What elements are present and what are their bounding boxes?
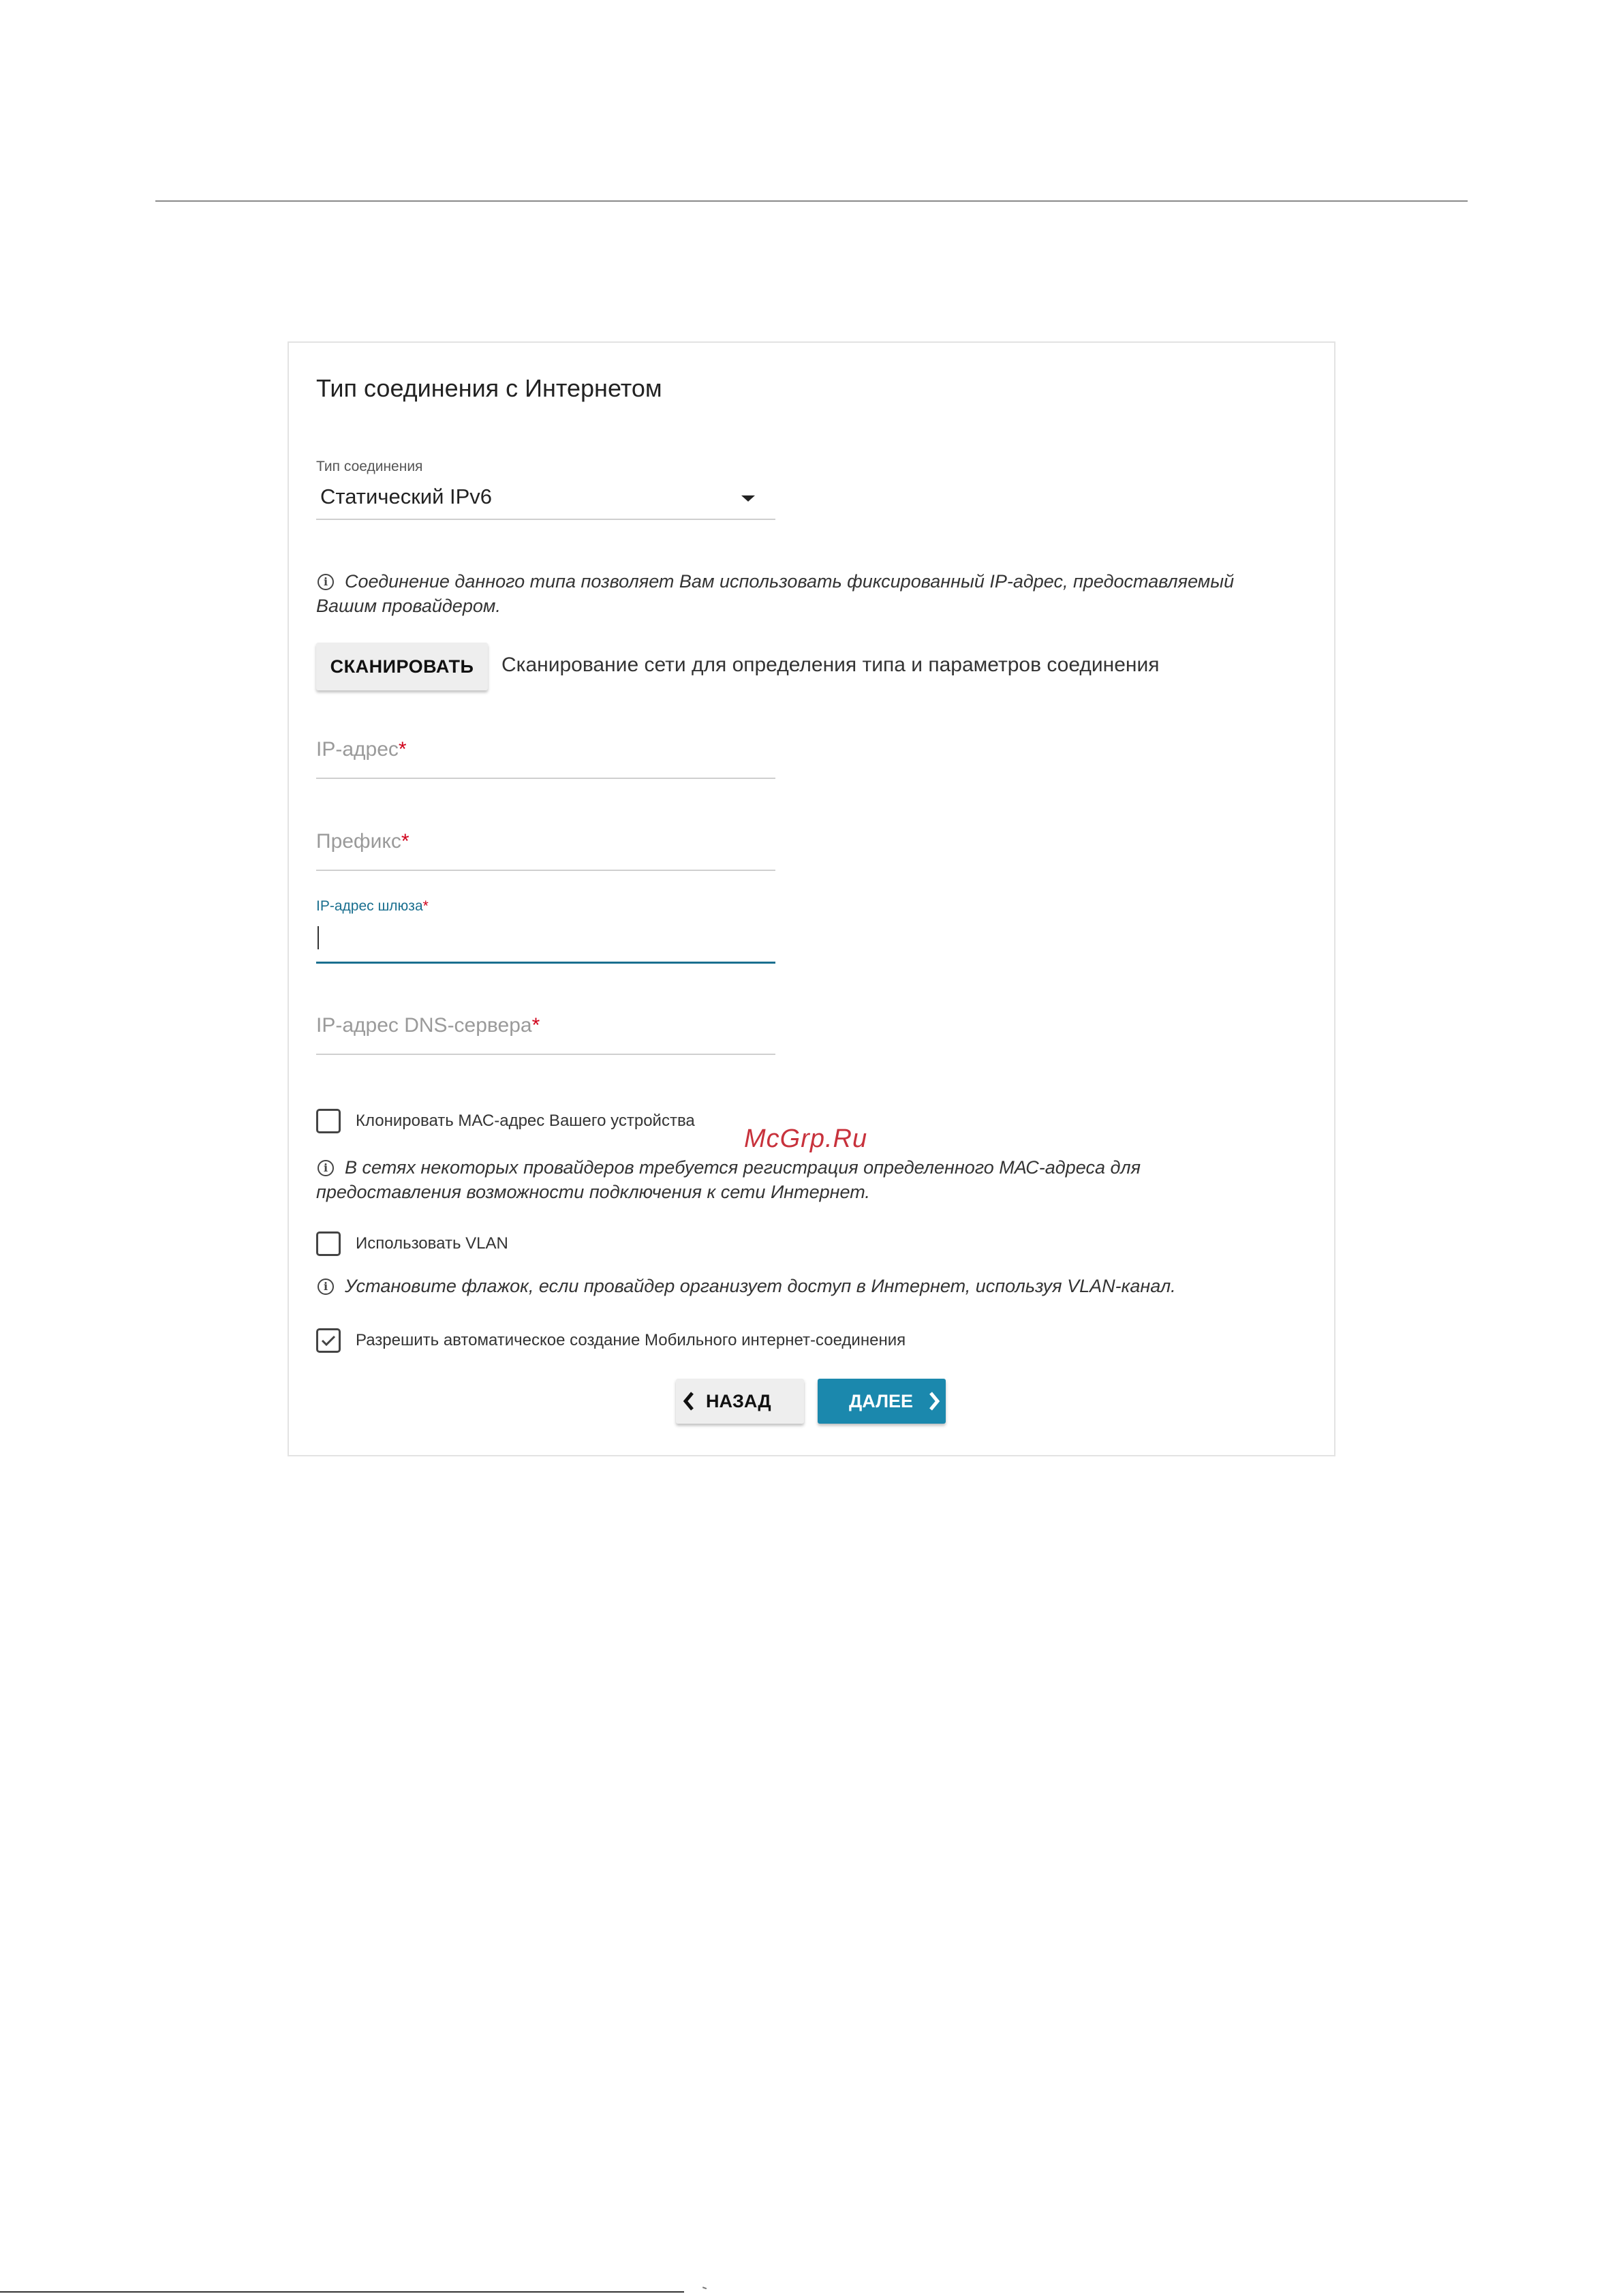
required-mark: * (531, 1014, 540, 1037)
required-mark: * (398, 738, 407, 761)
page-footer-mark (700, 2286, 707, 2293)
required-mark: * (401, 830, 409, 853)
next-button[interactable]: ДАЛЕЕ (818, 1379, 946, 1424)
next-button-label: ДАЛЕЕ (849, 1390, 914, 1411)
chevron-down-icon (741, 495, 755, 502)
ip-address-field[interactable]: IP-адрес* (316, 738, 775, 779)
clone-mac-option[interactable]: Клонировать МАС-адрес Вашего устройства (316, 1107, 695, 1135)
dns-underline (316, 1054, 775, 1055)
auto-mobile-label: Разрешить автоматическое создание Мобиль… (356, 1331, 906, 1349)
gateway-label: IP-адрес шлюза* (316, 898, 429, 915)
card-title: Тип соединения с Интернетом (316, 374, 662, 402)
required-mark: * (422, 898, 429, 914)
back-button[interactable]: НАЗАД (676, 1379, 804, 1424)
page-header-rule (155, 200, 1468, 202)
gateway-input[interactable] (316, 921, 775, 964)
connection-type-select[interactable]: Статический IPv6 (316, 478, 775, 520)
connection-info-text: Соединение данного типа позволяет Вам ис… (316, 571, 1235, 616)
clone-mac-info-text: В сетях некоторых провайдеров требуется … (316, 1157, 1141, 1202)
connection-type-label: Тип соединения (316, 459, 423, 474)
page-footer-rule (0, 2291, 684, 2293)
scan-button[interactable]: СКАНИРОВАТЬ (316, 643, 488, 690)
use-vlan-label: Использовать VLAN (356, 1234, 508, 1253)
gateway-label-text: IP-адрес шлюза (316, 898, 423, 914)
auto-mobile-option[interactable]: Разрешить автоматическое создание Мобиль… (316, 1327, 906, 1354)
scan-description: Сканирование сети для определения типа и… (501, 654, 1160, 676)
connection-type-value: Статический IPv6 (320, 485, 493, 508)
prefix-underline (316, 870, 775, 871)
ip-address-placeholder: IP-адрес (316, 738, 399, 761)
back-button-label: НАЗАД (706, 1390, 771, 1411)
connection-type-underline (316, 519, 775, 520)
use-vlan-info-text: Установите флажок, если провайдер органи… (345, 1276, 1176, 1296)
watermark: McGrp.Ru (744, 1124, 868, 1153)
clone-mac-checkbox[interactable] (316, 1109, 341, 1133)
chevron-right-icon (929, 1392, 940, 1411)
use-vlan-option[interactable]: Использовать VLAN (316, 1230, 508, 1257)
check-icon (321, 1335, 336, 1347)
ip-address-underline (316, 778, 775, 779)
chevron-left-icon (683, 1392, 694, 1411)
prefix-field[interactable]: Префикс* (316, 830, 775, 871)
auto-mobile-checkbox[interactable] (316, 1328, 341, 1353)
text-cursor (318, 926, 319, 949)
dns-placeholder: IP-адрес DNS-сервера (316, 1014, 532, 1037)
gateway-underline (316, 962, 775, 964)
use-vlan-checkbox[interactable] (316, 1231, 341, 1256)
dns-field[interactable]: IP-адрес DNS-сервера* (316, 1014, 775, 1055)
connection-wizard-card: Тип соединения с Интернетом Тип соединен… (288, 341, 1335, 1456)
prefix-placeholder: Префикс (316, 830, 401, 853)
clone-mac-label: Клонировать МАС-адрес Вашего устройства (356, 1112, 695, 1130)
